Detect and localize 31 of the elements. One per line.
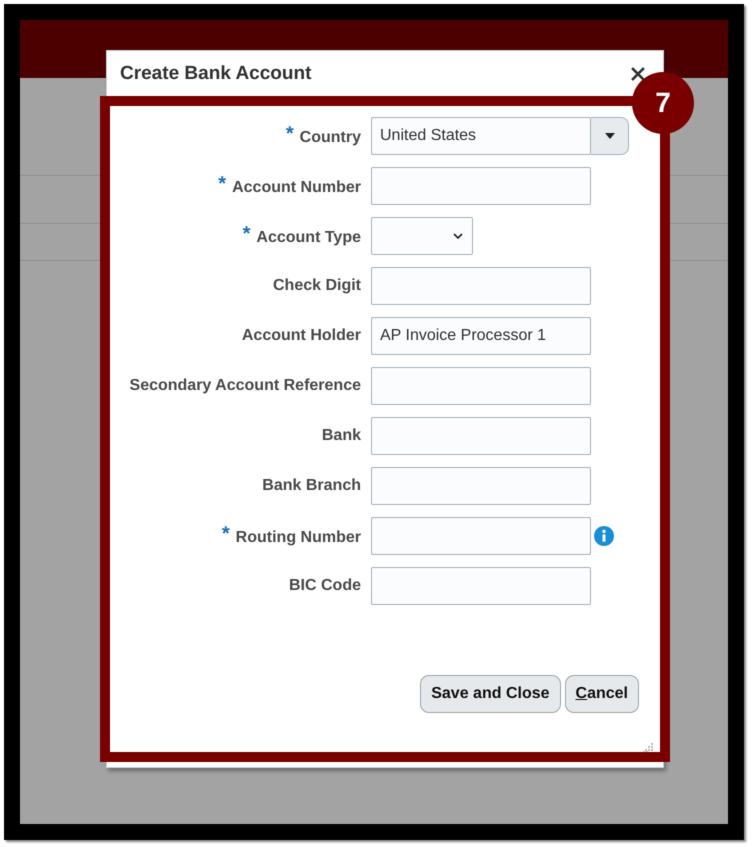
select-field[interactable]: [371, 217, 473, 255]
required-mark: *: [222, 522, 230, 546]
required-mark: *: [286, 122, 294, 146]
close-icon[interactable]: [631, 66, 645, 80]
field-label: Bank Branch: [262, 477, 361, 495]
field-label: Check Digit: [272, 277, 361, 295]
info-icon[interactable]: [594, 526, 614, 546]
input-field[interactable]: AP Invoice Processor 1: [371, 317, 591, 355]
required-mark: *: [218, 172, 226, 196]
required-mark: *: [242, 222, 250, 246]
action-button[interactable]: Save and Close: [420, 675, 561, 713]
field-label: Country: [300, 128, 361, 146]
field-label: Account Holder: [242, 327, 361, 345]
field-label: Bank: [322, 427, 361, 445]
field-label: Account Type: [256, 228, 361, 246]
input-field[interactable]: [371, 267, 591, 305]
dialog-title: Create Bank Account: [120, 62, 312, 84]
country-field[interactable]: United States: [371, 117, 591, 155]
input-field[interactable]: [371, 517, 591, 555]
input-field[interactable]: [371, 417, 591, 455]
resize-grip-icon[interactable]: [643, 743, 653, 753]
field-label: Secondary Account Reference: [130, 377, 361, 395]
field-label: BIC Code: [289, 577, 361, 595]
field-label: Routing Number: [236, 528, 361, 546]
dropdown-button[interactable]: [591, 117, 629, 155]
input-field[interactable]: [371, 467, 591, 505]
action-button[interactable]: Cancel: [564, 675, 639, 713]
input-field[interactable]: [371, 367, 591, 405]
input-field[interactable]: [371, 567, 591, 605]
field-label: Account Number: [232, 178, 361, 196]
input-field[interactable]: [371, 167, 591, 205]
